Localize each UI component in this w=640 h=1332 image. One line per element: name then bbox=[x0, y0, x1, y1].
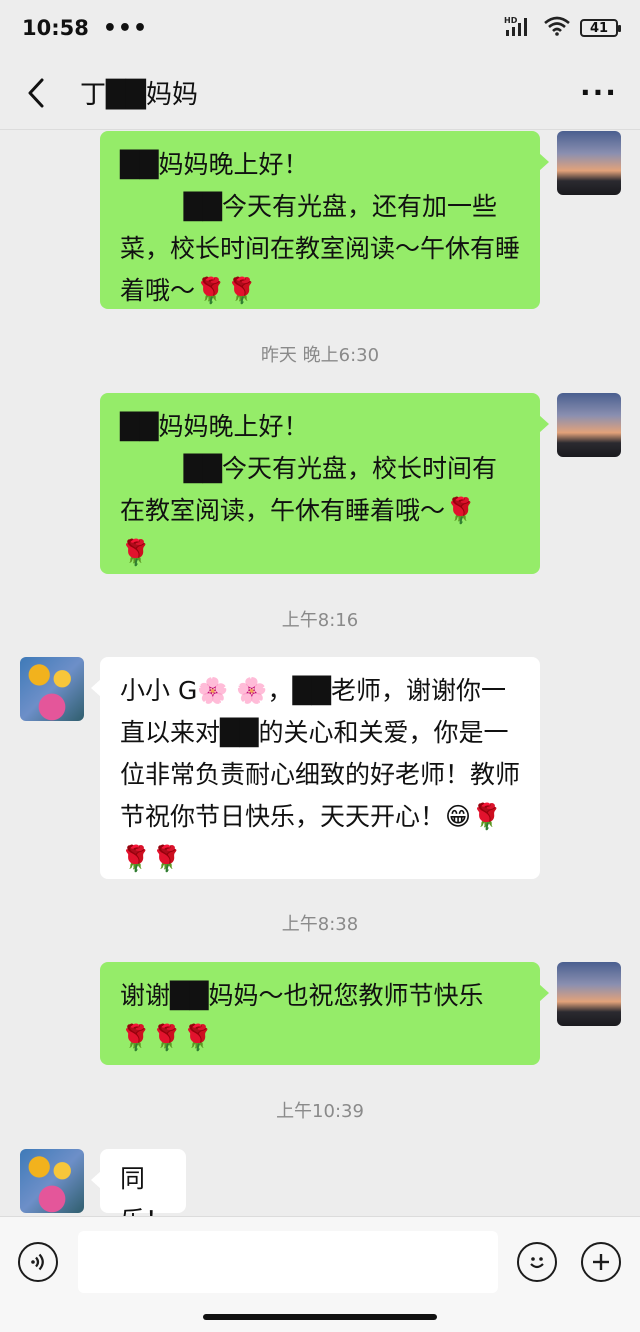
hd-label: HD bbox=[504, 16, 518, 25]
plus-icon bbox=[593, 1254, 609, 1270]
message-bubble-sent[interactable]: 谢谢██妈妈～也祝您教师节快乐 🌹🌹🌹 bbox=[100, 962, 549, 1065]
chevron-left-icon bbox=[28, 78, 44, 107]
contact-avatar[interactable] bbox=[20, 657, 84, 721]
message-timestamp: 上午8:16 bbox=[281, 610, 359, 631]
message-timestamp: 上午8:38 bbox=[281, 914, 359, 935]
message-timestamp: 上午10:39 bbox=[276, 1101, 364, 1122]
message-bubble-sent[interactable]: ██妈妈晚上好！ ██今天有光盘，校长时间有在教室阅读，午休有睡着哦～🌹 🌹 bbox=[100, 393, 549, 574]
message-bubble-sent[interactable]: ██妈妈晚上好！ ██今天有光盘，还有加一些菜，校长时间在教室阅读～午休有睡着哦… bbox=[100, 131, 549, 309]
chat-title: 丁██妈妈 bbox=[80, 80, 198, 110]
message-bubble-received[interactable]: 小小 G🌸 🌸，██老师，谢谢你一直以来对██的关心和关爱，你是一位非常负责耐心… bbox=[91, 657, 540, 879]
back-button[interactable] bbox=[16, 73, 56, 113]
more-horizontal-icon: ··· bbox=[580, 76, 618, 109]
my-avatar[interactable] bbox=[557, 131, 621, 195]
wifi-icon bbox=[544, 16, 570, 41]
battery-icon: 41 bbox=[580, 19, 621, 37]
message-timestamp: 昨天 晚上6:30 bbox=[260, 345, 380, 366]
more-actions-button[interactable] bbox=[581, 1242, 621, 1282]
status-time: 10:58 bbox=[22, 16, 89, 40]
voice-button[interactable] bbox=[18, 1242, 58, 1282]
voice-icon bbox=[31, 1253, 44, 1271]
my-avatar[interactable] bbox=[557, 962, 621, 1026]
contact-avatar[interactable] bbox=[20, 1149, 84, 1213]
message-text-field[interactable] bbox=[78, 1231, 498, 1293]
message-bubble-received[interactable]: 同乐！ bbox=[91, 1149, 186, 1216]
emoji-icon bbox=[530, 1257, 544, 1269]
home-indicator[interactable] bbox=[203, 1314, 437, 1320]
emoji-button[interactable] bbox=[517, 1242, 557, 1282]
chat-header: 丁██妈妈 ··· bbox=[0, 56, 640, 130]
signal-icon: HD bbox=[504, 15, 534, 42]
my-avatar[interactable] bbox=[557, 393, 621, 457]
more-button[interactable]: ··· bbox=[574, 76, 624, 109]
chat-message-list[interactable]: ██妈妈晚上好！ ██今天有光盘，还有加一些菜，校长时间在教室阅读～午休有睡着哦… bbox=[0, 131, 640, 1216]
status-bar: 10:58 ••• HD 41 bbox=[0, 0, 640, 56]
notification-dots-icon: ••• bbox=[102, 15, 149, 41]
